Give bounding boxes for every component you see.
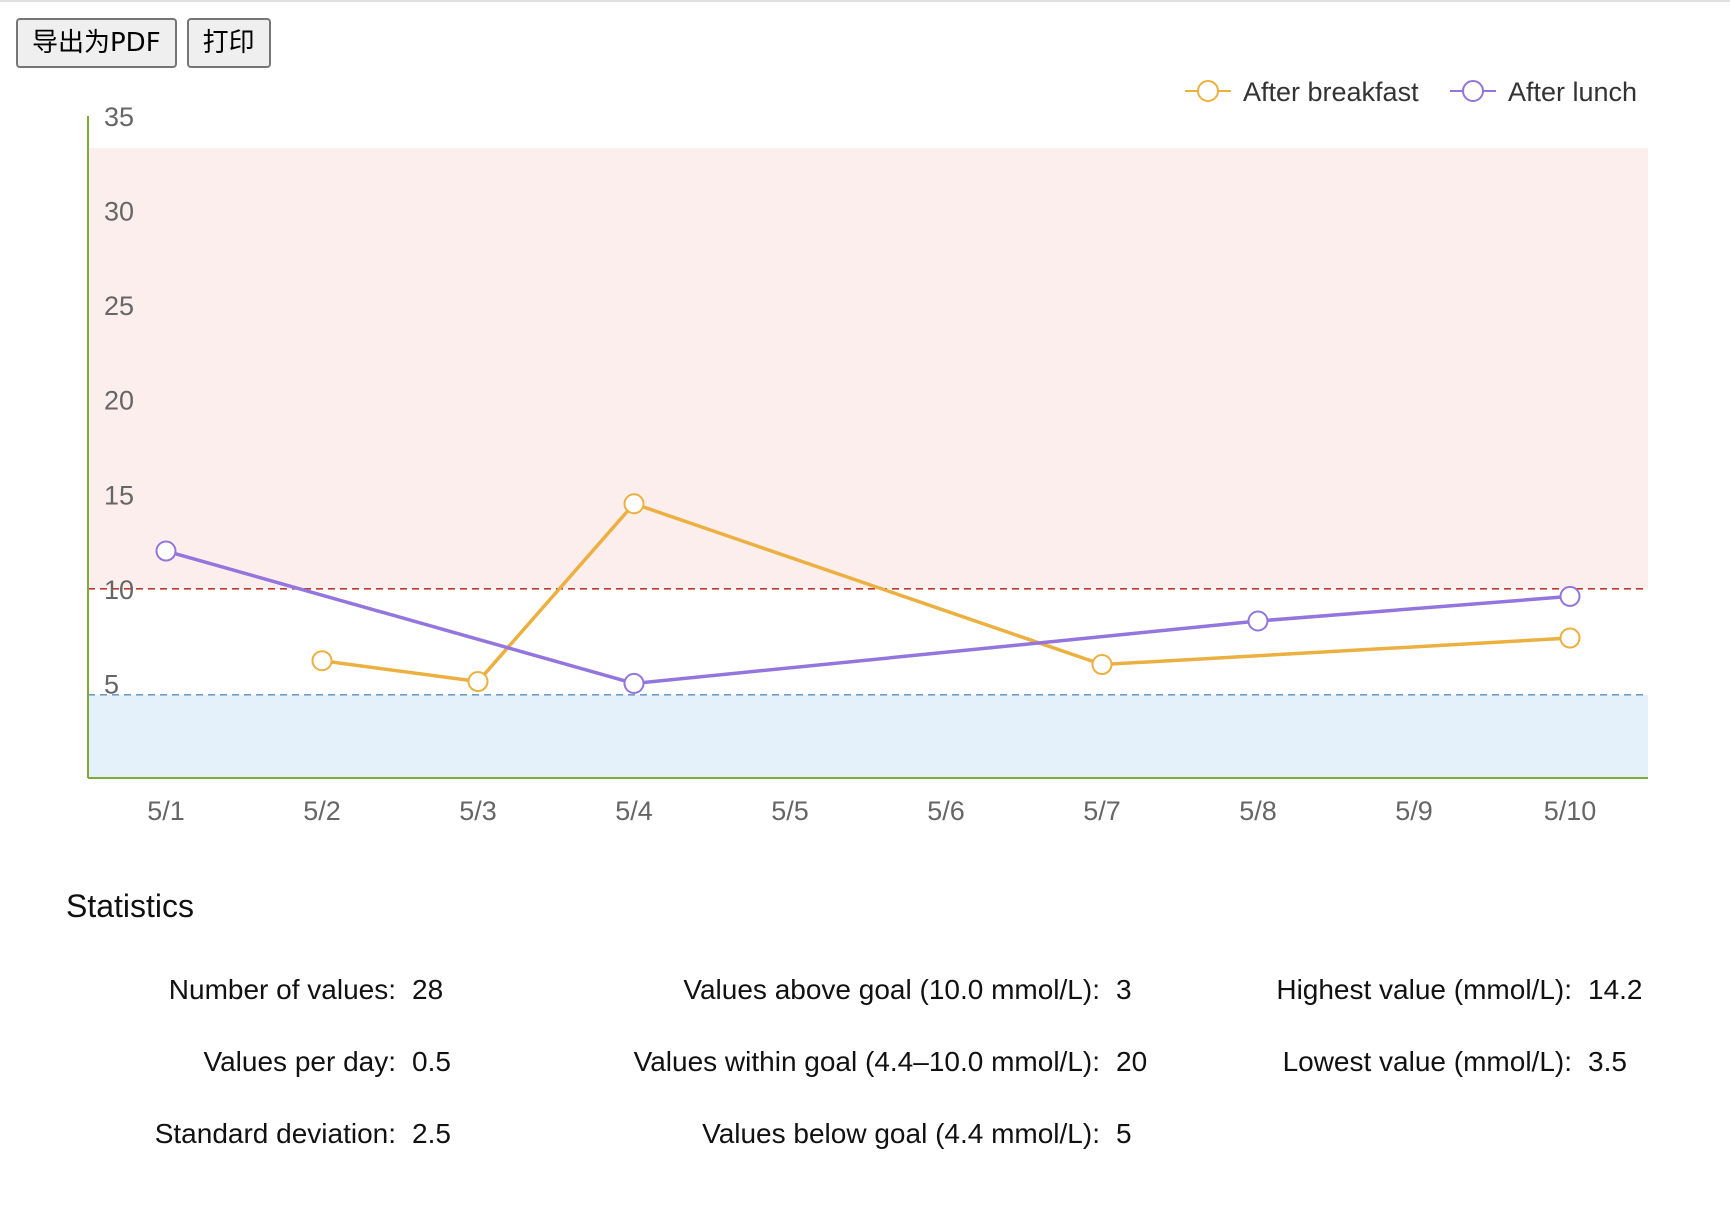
data-point-lunch <box>1559 585 1581 607</box>
y-tick-label: 20 <box>104 386 134 416</box>
stat-value: 20 <box>1116 1046 1148 1077</box>
x-tick-label: 5/4 <box>615 796 653 826</box>
x-tick-label: 5/6 <box>927 796 965 826</box>
data-point-breakfast <box>467 671 489 693</box>
x-tick-label: 5/10 <box>1544 796 1597 826</box>
stat-value: 0.5 <box>412 1046 451 1077</box>
above-goal-band <box>88 148 1648 589</box>
y-tick-label: 5 <box>104 669 119 699</box>
data-point-breakfast <box>1091 654 1113 676</box>
legend-label-breakfast: After breakfast <box>1243 77 1419 107</box>
y-tick-label: 10 <box>104 575 134 605</box>
legend-swatch-marker-breakfast <box>1197 80 1219 102</box>
stat-values-above-goal: Values above goal (10.0 mmol/L): 3 <box>580 974 1132 1006</box>
stat-number-of-values: Number of values: 28 <box>96 974 443 1006</box>
x-tick-label: 5/3 <box>459 796 497 826</box>
x-tick-label: 5/7 <box>1083 796 1121 826</box>
stat-lowest-value: Lowest value (mmol/L): 3.5 <box>1220 1046 1627 1078</box>
data-point-lunch <box>623 672 645 694</box>
stat-value: 3 <box>1116 974 1132 1005</box>
stat-value: 28 <box>412 974 444 1005</box>
data-point-breakfast <box>1559 627 1581 649</box>
stat-label: Values above goal (10.0 mmol/L): <box>683 974 1100 1005</box>
stat-value: 2.5 <box>412 1118 451 1149</box>
data-point-breakfast <box>311 650 333 672</box>
stat-standard-deviation: Standard deviation: 2.5 <box>96 1118 451 1150</box>
below-goal-band <box>88 694 1648 778</box>
stat-values-within-goal: Values within goal (4.4–10.0 mmol/L): 20 <box>580 1046 1148 1078</box>
stat-highest-value: Highest value (mmol/L): 14.2 <box>1220 974 1643 1006</box>
x-tick-label: 5/1 <box>147 796 185 826</box>
data-point-lunch <box>155 540 177 562</box>
legend-label-lunch: After lunch <box>1508 77 1637 107</box>
stat-label: Values per day: <box>203 1046 397 1077</box>
stat-value: 14.2 <box>1588 974 1643 1005</box>
glucose-line-chart: 5 10 15 20 25 30 35 5/1 5/2 5/3 5/4 5/5 5/6 5/7 5/8 5/9… <box>87 77 1648 826</box>
stat-label: Values within goal (4.4–10.0 mmol/L): <box>633 1046 1100 1077</box>
stat-label: Highest value (mmol/L): <box>1276 974 1572 1005</box>
y-tick-label: 25 <box>104 291 134 321</box>
x-tick-label: 5/8 <box>1239 796 1277 826</box>
data-point-lunch <box>1247 610 1269 632</box>
statistics-title: Statistics <box>66 888 195 924</box>
data-point-breakfast <box>623 493 645 515</box>
x-tick-label: 5/5 <box>771 796 809 826</box>
stat-value: 5 <box>1116 1118 1132 1149</box>
x-tick-label: 5/2 <box>303 796 341 826</box>
x-tick-label: 5/9 <box>1395 796 1433 826</box>
stat-values-below-goal: Values below goal (4.4 mmol/L): 5 <box>580 1118 1132 1150</box>
y-tick-label: 35 <box>104 102 134 132</box>
y-tick-label: 15 <box>104 480 134 510</box>
y-tick-label: 30 <box>104 197 134 227</box>
stat-values-per-day: Values per day: 0.5 <box>96 1046 451 1078</box>
legend-swatch-marker-lunch <box>1462 80 1484 102</box>
stat-label: Number of values: <box>168 974 396 1005</box>
stat-label: Standard deviation: <box>154 1118 396 1149</box>
stat-value: 3.5 <box>1588 1046 1627 1077</box>
stat-label: Lowest value (mmol/L): <box>1282 1046 1572 1077</box>
stat-label: Values below goal (4.4 mmol/L): <box>702 1118 1100 1149</box>
